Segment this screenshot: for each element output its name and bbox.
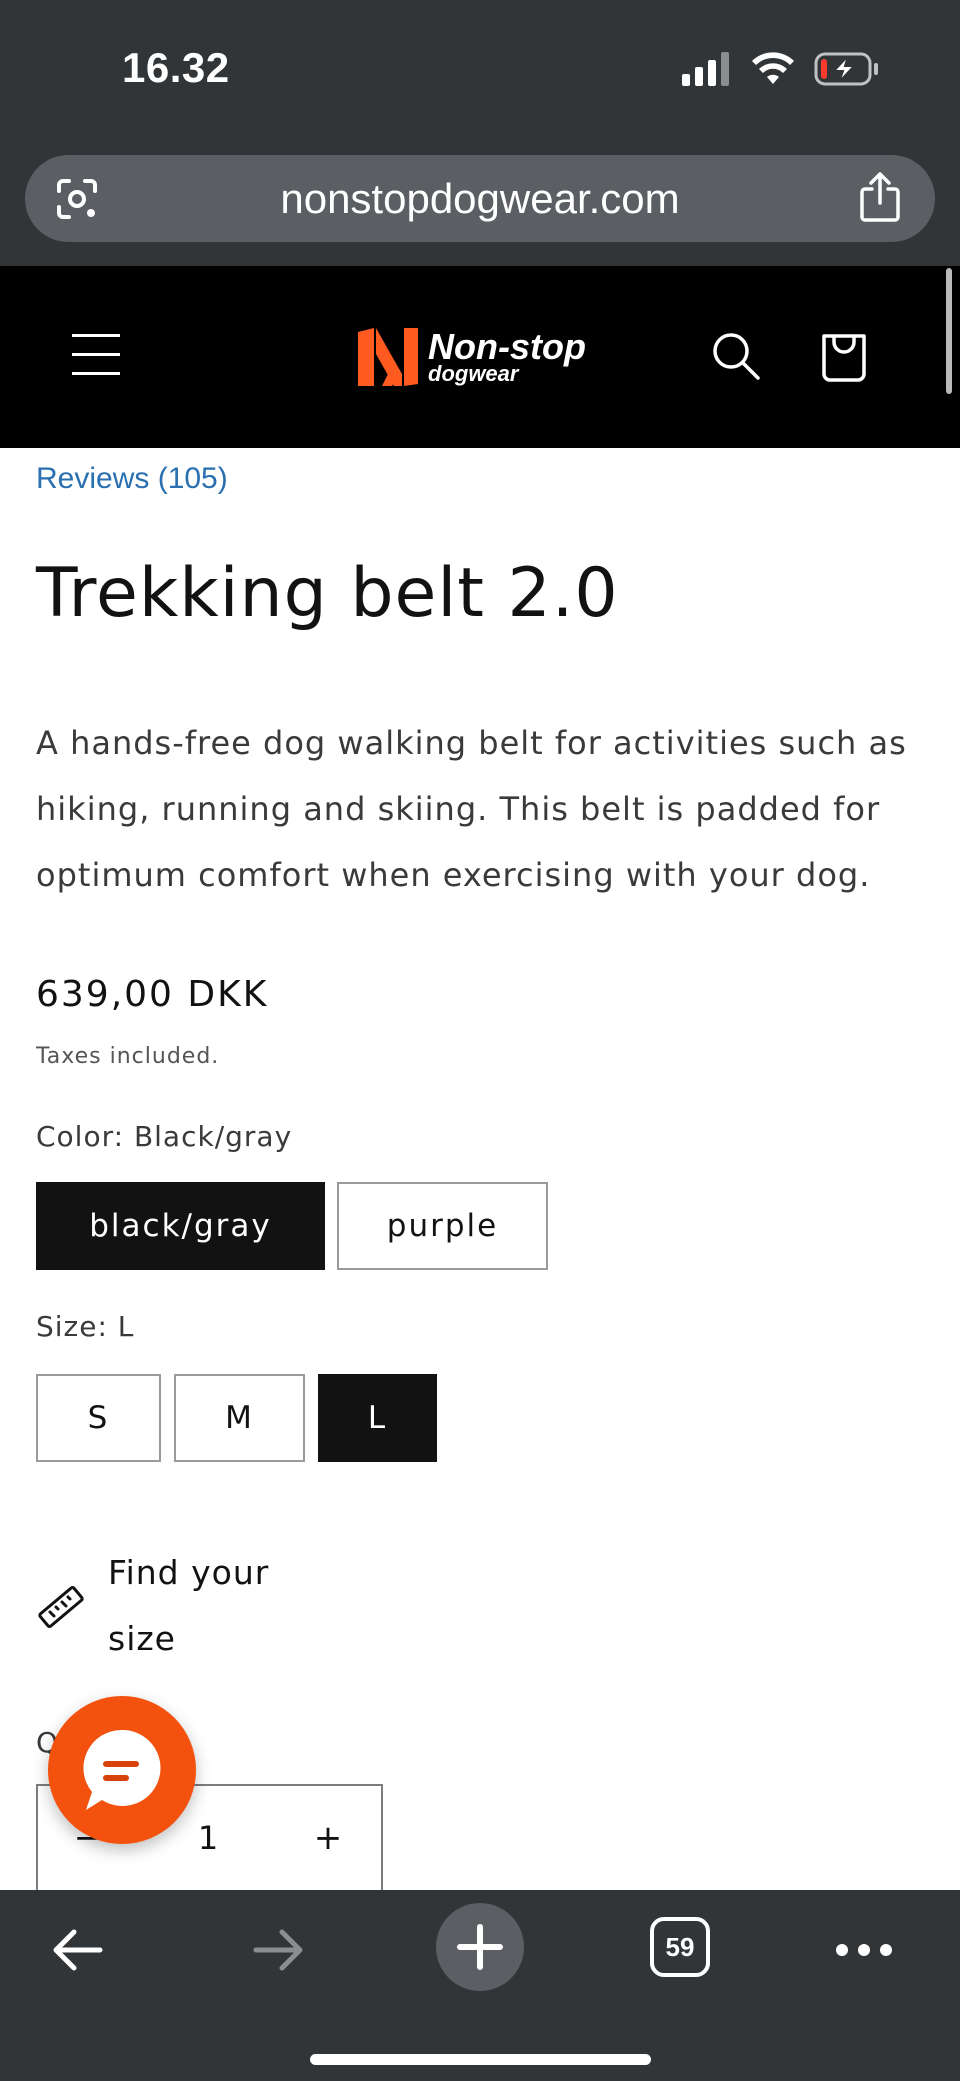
size-label: Size: L: [36, 1310, 135, 1343]
hamburger-menu-icon[interactable]: [72, 334, 122, 378]
quantity-increase-button[interactable]: +: [298, 1808, 358, 1868]
brand-logo[interactable]: Non-stop dogwear: [356, 324, 586, 390]
reviews-link[interactable]: Reviews (105): [36, 462, 228, 496]
new-tab-button[interactable]: [436, 1903, 524, 1991]
more-dots-icon[interactable]: [834, 1930, 894, 1970]
color-option-purple[interactable]: purple: [337, 1182, 548, 1270]
product-price: 639,00 DKK: [36, 974, 269, 1015]
battery-charging-icon: [814, 52, 878, 86]
size-option-l[interactable]: L: [318, 1374, 437, 1462]
signal-icon: [682, 52, 729, 86]
plus-icon: [457, 1924, 503, 1970]
size-option-m[interactable]: M: [174, 1374, 305, 1462]
chat-button[interactable]: [48, 1696, 196, 1844]
search-icon[interactable]: [710, 330, 762, 382]
wifi-icon: [752, 52, 794, 84]
back-arrow-icon[interactable]: [48, 1920, 108, 1980]
site-header: Non-stop dogwear: [0, 266, 960, 448]
status-time: 16.32: [122, 44, 230, 91]
browser-toolbar: 59: [0, 1890, 960, 2081]
browser-chrome-top: 16.32 nonstopdogwear.com: [0, 0, 960, 266]
url-text[interactable]: nonstopdogwear.com: [25, 175, 935, 223]
share-icon[interactable]: [857, 171, 903, 223]
find-your-size-label: Find your size: [108, 1553, 270, 1658]
status-icons: [682, 52, 880, 86]
chat-bubble-icon: [83, 1729, 161, 1810]
brand-name: Non-stop: [428, 326, 586, 367]
scrollbar-thumb[interactable]: [946, 268, 952, 394]
find-your-size-link[interactable]: Find your size: [36, 1540, 308, 1672]
bag-icon[interactable]: [818, 328, 870, 384]
product-description: A hands-free dog walking belt for activi…: [36, 724, 907, 894]
forward-arrow-icon[interactable]: [248, 1920, 308, 1980]
tax-note: Taxes included.: [36, 1044, 220, 1069]
tab-count-button[interactable]: 59: [650, 1917, 710, 1977]
size-option-s[interactable]: S: [36, 1374, 161, 1462]
product-title: Trekking belt 2.0: [36, 554, 619, 633]
ruler-icon: [38, 1586, 84, 1628]
home-indicator: [310, 2054, 651, 2065]
color-option-black-gray[interactable]: black/gray: [36, 1182, 325, 1270]
logo-mark-icon: [358, 328, 418, 386]
color-label: Color: Black/gray: [36, 1120, 293, 1153]
quantity-value[interactable]: 1: [178, 1808, 238, 1868]
address-bar[interactable]: nonstopdogwear.com: [25, 155, 935, 242]
